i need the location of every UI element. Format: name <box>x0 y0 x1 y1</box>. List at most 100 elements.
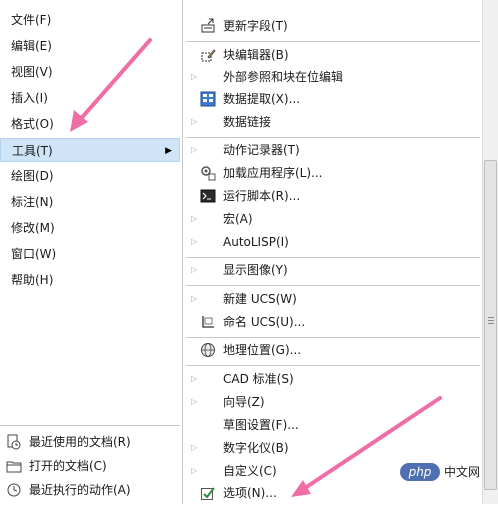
chevron-right-icon: ▷ <box>191 72 198 81</box>
open-docs-item[interactable]: 打开的文档(C) <box>0 455 180 477</box>
chevron-right-icon: ▷ <box>191 237 198 246</box>
folder-icon <box>6 461 22 473</box>
submenu-item-update-fields[interactable]: 更新字段(T) <box>183 15 481 37</box>
submenu-item-wizards[interactable]: ▷ 向导(Z) <box>183 391 481 413</box>
submenu-label: 外部参照和块在位编辑 <box>223 70 344 84</box>
submenu-item-digitizer[interactable]: ▷ 数字化仪(B) <box>183 437 481 459</box>
recent-actions-icon <box>7 483 21 497</box>
submenu-label: 自定义(C) <box>223 464 277 478</box>
menu-item-label: 视图(V) <box>11 65 53 79</box>
scrollbar-thumb[interactable] <box>484 160 497 490</box>
menu-item-tools[interactable]: 工具(T) ▶ <box>0 138 180 162</box>
submenu-label: 数据提取(X)... <box>223 92 301 106</box>
menu-item-label: 修改(M) <box>11 221 55 235</box>
submenu-item-autolisp[interactable]: ▷ AutoLISP(I) <box>183 231 481 253</box>
chevron-right-icon: ▷ <box>191 214 198 223</box>
submenu-label: 草图设置(F)... <box>223 418 299 432</box>
php-logo: php <box>400 463 440 481</box>
menu-item-view[interactable]: 视图(V) <box>0 60 180 84</box>
submenu-label: 运行脚本(R)... <box>223 189 301 203</box>
submenu-item-action-recorder[interactable]: ▷ 动作记录器(T) <box>183 139 481 161</box>
submenu-label: 显示图像(Y) <box>223 263 288 277</box>
submenu-arrow-icon: ▶ <box>165 146 172 156</box>
submenu-item-geo-location[interactable]: 地理位置(G)... <box>183 339 481 361</box>
main-menu: 文件(F) 编辑(E) 视图(V) 插入(I) 格式(O) 工具(T) ▶ 绘图… <box>0 0 180 420</box>
submenu-label: 地理位置(G)... <box>223 343 302 357</box>
block-editor-icon <box>201 49 216 62</box>
submenu-item-data-link[interactable]: ▷ 数据链接 <box>183 111 481 133</box>
menu-item-modify[interactable]: 修改(M) <box>0 216 180 240</box>
submenu-item-data-extraction[interactable]: 数据提取(X)... <box>183 88 481 110</box>
chevron-right-icon: ▷ <box>191 466 198 475</box>
menu-item-label: 标注(N) <box>11 195 54 209</box>
chevron-right-icon: ▷ <box>191 117 198 126</box>
separator <box>186 257 480 258</box>
recent-actions-label: 最近执行的动作(A) <box>29 483 131 497</box>
submenu-label: 更新字段(T) <box>223 19 288 33</box>
options-checkmark-icon <box>201 487 215 500</box>
recent-panel: 最近使用的文档(R) 打开的文档(C) 最近执行的动作(A) <box>0 425 180 505</box>
php-watermark: php 中文网 <box>400 460 480 484</box>
submenu-item-run-script[interactable]: 运行脚本(R)... <box>183 185 481 207</box>
recent-actions-item[interactable]: 最近执行的动作(A) <box>0 479 180 501</box>
menu-item-help[interactable]: 帮助(H) <box>0 268 180 292</box>
submenu-label: CAD 标准(S) <box>223 372 294 386</box>
menu-item-label: 绘图(D) <box>11 169 54 183</box>
submenu-item-cad-standards[interactable]: ▷ CAD 标准(S) <box>183 368 481 390</box>
submenu-label: AutoLISP(I) <box>223 235 289 249</box>
separator <box>186 137 480 138</box>
submenu-label: 数据链接 <box>223 115 272 129</box>
menu-item-label: 格式(O) <box>11 117 54 131</box>
menu-item-format[interactable]: 格式(O) <box>0 112 180 136</box>
chevron-right-icon: ▷ <box>191 374 198 383</box>
chevron-right-icon: ▷ <box>191 265 198 274</box>
chevron-right-icon: ▷ <box>191 145 198 154</box>
submenu-item-new-ucs[interactable]: ▷ 新建 UCS(W) <box>183 288 481 310</box>
menu-item-label: 插入(I) <box>11 91 48 105</box>
submenu-label: 宏(A) <box>223 212 253 226</box>
recent-docs-item[interactable]: 最近使用的文档(R) <box>0 431 180 453</box>
submenu-item-block-editor[interactable]: 块编辑器(B) <box>183 44 481 66</box>
separator <box>186 41 480 42</box>
data-extraction-icon <box>200 91 216 107</box>
submenu-label: 命名 UCS(U)... <box>223 315 306 329</box>
globe-icon <box>201 343 215 357</box>
submenu-label: 选项(N)... <box>223 486 277 500</box>
submenu-label: 数字化仪(B) <box>223 441 289 455</box>
tools-submenu: 更新字段(T) 块编辑器(B) ▷ 外部参照和块在位编辑 数据提取(X)... … <box>182 0 482 504</box>
named-ucs-icon <box>202 316 214 328</box>
chevron-right-icon: ▷ <box>191 397 198 406</box>
menu-item-file[interactable]: 文件(F) <box>0 8 180 32</box>
menu-item-label: 文件(F) <box>11 13 52 27</box>
submenu-item-xref-edit[interactable]: ▷ 外部参照和块在位编辑 <box>183 66 481 88</box>
recent-docs-label: 最近使用的文档(R) <box>29 435 131 449</box>
separator <box>186 285 480 286</box>
open-docs-label: 打开的文档(C) <box>29 459 107 473</box>
chevron-right-icon: ▷ <box>191 294 198 303</box>
submenu-label: 向导(Z) <box>223 395 265 409</box>
submenu-item-drafting-settings[interactable]: 草图设置(F)... <box>183 414 481 436</box>
php-watermark-text: 中文网 <box>444 465 481 479</box>
submenu-item-named-ucs[interactable]: 命名 UCS(U)... <box>183 311 481 333</box>
separator <box>186 365 480 366</box>
submenu-label: 加载应用程序(L)... <box>223 166 323 180</box>
menu-item-label: 窗口(W) <box>11 247 57 261</box>
submenu-item-display-image[interactable]: ▷ 显示图像(Y) <box>183 259 481 281</box>
chevron-right-icon: ▷ <box>191 443 198 452</box>
menu-item-label: 工具(T) <box>12 144 53 158</box>
submenu-scrollbar[interactable] <box>482 0 498 504</box>
menu-item-dimension[interactable]: 标注(N) <box>0 190 180 214</box>
submenu-item-load-application[interactable]: 加载应用程序(L)... <box>183 162 481 184</box>
menu-item-insert[interactable]: 插入(I) <box>0 86 180 110</box>
submenu-item-macro[interactable]: ▷ 宏(A) <box>183 208 481 230</box>
menu-item-edit[interactable]: 编辑(E) <box>0 34 180 58</box>
scroll-grip-icon <box>488 317 494 324</box>
submenu-item-options[interactable]: 选项(N)... <box>183 482 481 504</box>
recent-docs-icon <box>7 434 21 450</box>
menu-item-draw[interactable]: 绘图(D) <box>0 164 180 188</box>
menu-item-window[interactable]: 窗口(W) <box>0 242 180 266</box>
separator <box>186 337 480 338</box>
submenu-label: 块编辑器(B) <box>223 48 289 62</box>
submenu-item-partial <box>183 0 481 10</box>
submenu-label: 动作记录器(T) <box>223 143 300 157</box>
